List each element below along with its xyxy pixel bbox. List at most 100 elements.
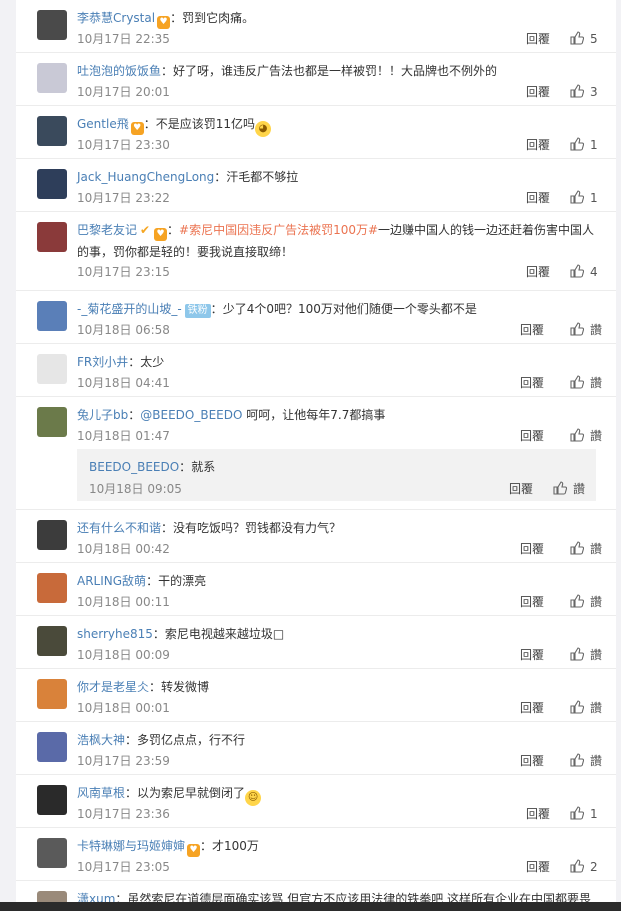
username-link[interactable]: -_菊花盛开的山坡_- (77, 302, 182, 316)
comment-row: 李恭慧Crystal ♥ ：罚到它肉痛。 10月17日 22:35 回覆 5 (16, 0, 616, 53)
username-link[interactable]: 潇xum (77, 892, 115, 902)
scrollbar-track[interactable] (616, 0, 621, 902)
like-button[interactable]: 讚 (570, 594, 602, 610)
comment-text: 罚到它肉痛。 (182, 11, 255, 25)
comment-row: FR刘小井：太少 10月18日 04:41 回覆 讚 (16, 344, 616, 397)
avatar[interactable] (37, 732, 67, 762)
avatar[interactable] (37, 222, 67, 252)
username-link[interactable]: Gentle飛 (77, 117, 129, 131)
avatar[interactable] (37, 301, 67, 331)
avatar[interactable] (37, 520, 67, 550)
avatar[interactable] (37, 573, 67, 603)
comment-row: 风南草根：以为索尼早就倒闭了 ☺ 10月17日 23:36 回覆 1 (16, 775, 616, 828)
like-count: 1 (590, 191, 598, 205)
thumbs-up-icon (570, 700, 584, 714)
comment-time: 10月17日 22:35 (77, 32, 170, 46)
username-link[interactable]: Jack_HuangChengLong (77, 170, 214, 184)
reply-button[interactable]: 回覆 (526, 806, 550, 822)
avatar[interactable] (37, 169, 67, 199)
username-link[interactable]: 卡特琳娜与玛姬婶婶 (77, 839, 185, 853)
username-link[interactable]: 风南草根 (77, 786, 125, 800)
like-button[interactable]: 1 (570, 190, 598, 206)
sub-reply-username[interactable]: BEEDO_BEEDO (89, 460, 179, 474)
comment-time: 10月17日 23:59 (77, 754, 170, 768)
username-link[interactable]: 兔儿子bb (77, 408, 128, 422)
username-link[interactable]: FR刘小井 (77, 355, 128, 369)
username-link[interactable]: 你才是老星仌 (77, 680, 149, 694)
avatar[interactable] (37, 785, 67, 815)
comment-row: 你才是老星仌：转发微博 10月18日 00:01 回覆 讚 (16, 669, 616, 722)
like-button[interactable]: 讚 (570, 428, 602, 444)
reply-button[interactable]: 回覆 (520, 322, 544, 338)
like-button[interactable]: 讚 (570, 541, 602, 557)
reply-button[interactable]: 回覆 (526, 264, 550, 280)
comment-time: 10月17日 20:01 (77, 85, 170, 99)
avatar[interactable] (37, 116, 67, 146)
avatar[interactable] (37, 407, 67, 437)
comment-row: ARLING敌萌：干的漂亮 10月18日 00:11 回覆 讚 (16, 563, 616, 616)
sub-reply-like-button[interactable]: 讚 (553, 480, 585, 497)
comment-content: -_菊花盛开的山坡_- 铁粉 ：少了4个0吧？100万对他们随便一个零头都不是 (77, 301, 607, 318)
colon: ： (152, 627, 165, 641)
comment-content: ARLING敌萌：干的漂亮 (77, 573, 607, 589)
username-link[interactable]: 浩枫大神 (77, 733, 125, 747)
like-button[interactable]: 讚 (570, 753, 602, 769)
reply-button[interactable]: 回覆 (526, 190, 550, 206)
reply-button[interactable]: 回覆 (520, 594, 544, 610)
comment-text: 索尼电视越来越垃圾□ (164, 627, 285, 641)
reply-button[interactable]: 回覆 (526, 859, 550, 875)
like-button[interactable]: 4 (570, 264, 598, 280)
like-button[interactable]: 讚 (570, 647, 602, 663)
like-button[interactable]: 讚 (570, 700, 602, 716)
username-link[interactable]: sherryhe815 (77, 627, 153, 641)
username-link[interactable]: 吐泡泡的饭饭鱼 (77, 64, 161, 78)
like-label: 讚 (590, 323, 603, 337)
thumbs-up-icon (570, 753, 584, 767)
reply-button[interactable]: 回覆 (520, 700, 544, 716)
avatar[interactable] (37, 63, 67, 93)
username-link[interactable]: ARLING敌萌 (77, 574, 146, 588)
like-button[interactable]: 1 (570, 806, 598, 822)
reply-button[interactable]: 回覆 (526, 31, 550, 47)
username-link[interactable]: 还有什么不和谐 (77, 521, 161, 535)
comment-time: 10月17日 23:05 (77, 860, 170, 874)
reply-button[interactable]: 回覆 (520, 541, 544, 557)
like-button[interactable]: 讚 (570, 375, 602, 391)
like-button[interactable]: 2 (570, 859, 598, 875)
reply-button[interactable]: 回覆 (520, 647, 544, 663)
avatar[interactable] (37, 891, 67, 902)
avatar[interactable] (37, 10, 67, 40)
comment-content: Jack_HuangChengLong：汗毛都不够拉 (77, 169, 607, 185)
thumbs-up-icon (570, 264, 584, 278)
reply-button[interactable]: 回覆 (526, 84, 550, 100)
topic-link[interactable]: #索尼中国因违反广告法被罚100万# (179, 223, 378, 237)
username-link[interactable]: 巴黎老友记 (77, 223, 137, 237)
like-label: 讚 (590, 754, 603, 768)
reply-button[interactable]: 回覆 (520, 753, 544, 769)
reply-button[interactable]: 回覆 (526, 137, 550, 153)
fan-badge-icon: ♥ (187, 844, 201, 857)
thumbs-up-icon (570, 594, 584, 608)
reply-button[interactable]: 回覆 (520, 375, 544, 391)
thumbs-up-icon (570, 322, 584, 336)
like-button[interactable]: 3 (570, 84, 598, 100)
topic-link[interactable]: @BEEDO_BEEDO (140, 408, 242, 422)
avatar[interactable] (37, 679, 67, 709)
avatar[interactable] (37, 626, 67, 656)
thumbs-up-icon (570, 84, 584, 98)
bottom-bar (0, 902, 621, 911)
colon: ： (128, 408, 141, 422)
like-button[interactable]: 5 (570, 31, 598, 47)
sub-reply-reply-button[interactable]: 回覆 (509, 480, 533, 497)
avatar[interactable] (37, 838, 67, 868)
comment-panel: 李恭慧Crystal ♥ ： 罚到它肉痛。 10月17日 22:35 回覆 5 吐泡泡的饭饭鱼… (16, 0, 616, 902)
like-button[interactable]: 讚 (570, 322, 602, 338)
like-button[interactable]: 1 (570, 137, 598, 153)
avatar[interactable] (37, 354, 67, 384)
like-label: 讚 (590, 429, 603, 443)
like-count: 5 (590, 32, 598, 46)
username-link[interactable]: 李恭慧Crystal (77, 11, 155, 25)
comment-content: 巴黎老友记 ✔ ♥ ：#索尼中国因违反广告法被罚100万#一边赚中国人的钱一边还赶着伤… (77, 219, 607, 263)
comment-content: 还有什么不和谐：没有吃饭吗？罚钱都没有力气？ (77, 520, 607, 536)
reply-button[interactable]: 回覆 (520, 428, 544, 444)
